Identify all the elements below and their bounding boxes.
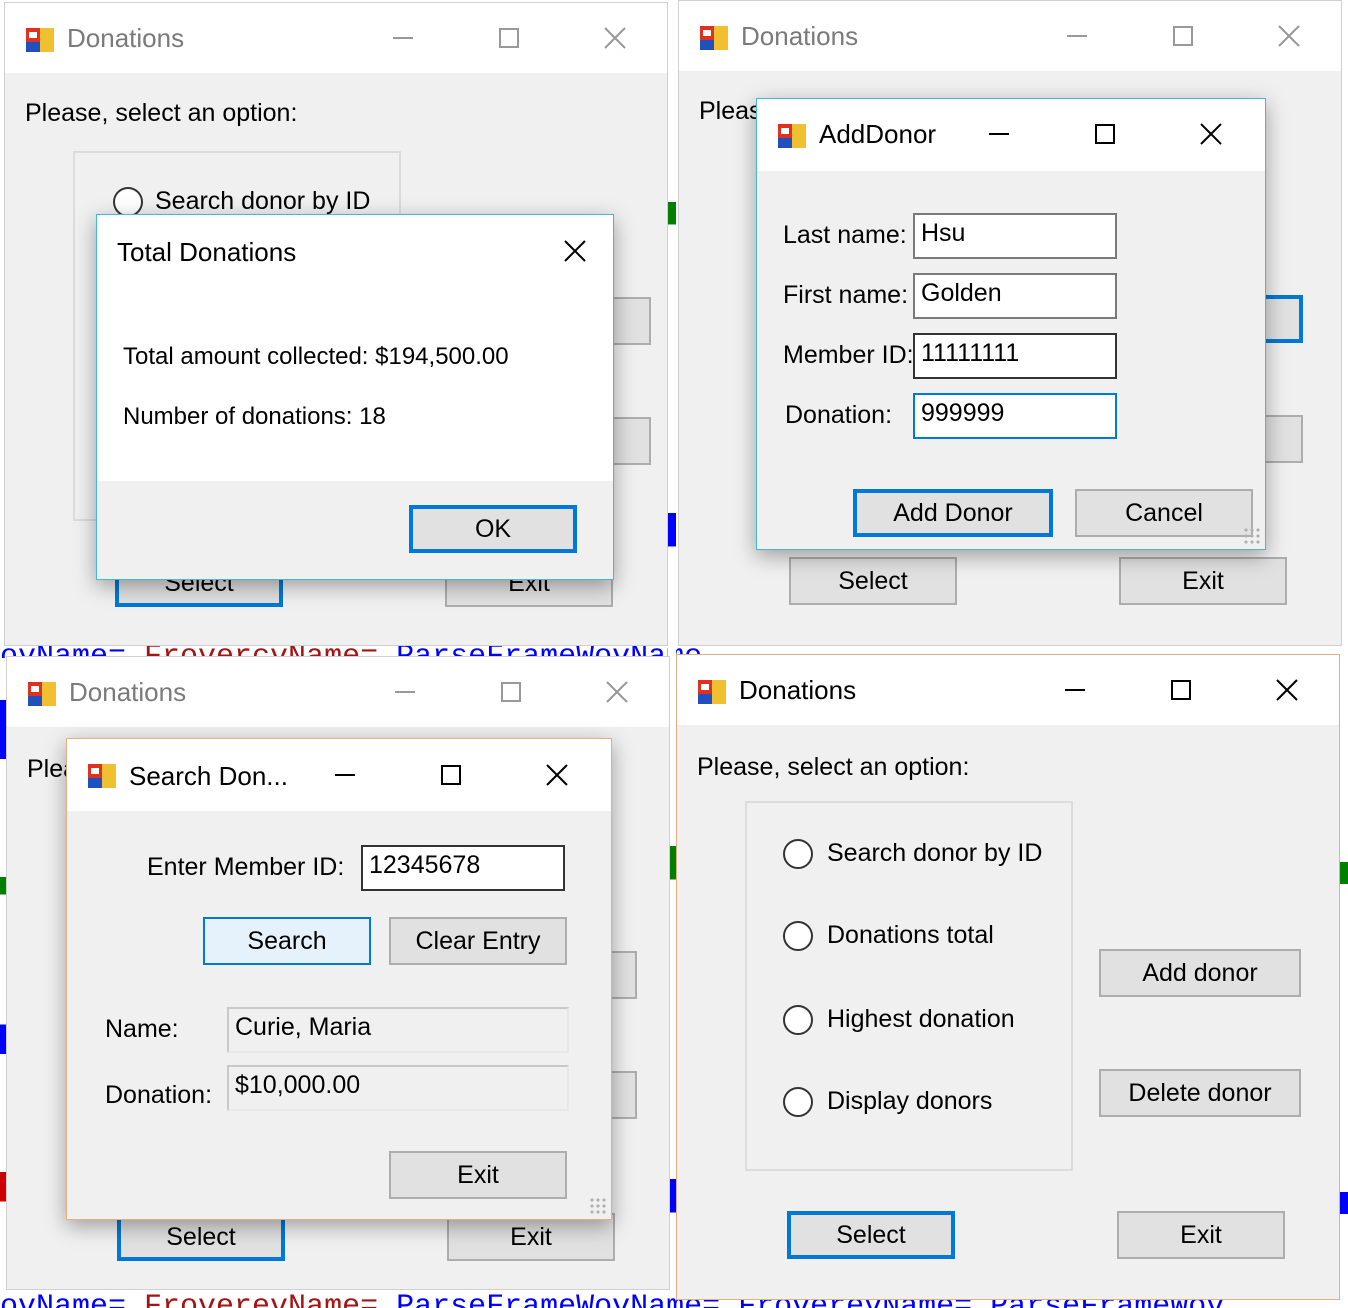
prompt-label: Please, select an option: <box>697 753 970 781</box>
title-bar: Donations <box>5 3 667 73</box>
dialog-title: Search Don... <box>129 761 288 791</box>
title-bar: Donations <box>677 655 1339 725</box>
radio-search-label: Search donor by ID <box>155 187 371 215</box>
close-icon[interactable] <box>1267 670 1307 710</box>
add-donor-dialog: AddDonor Last name: Hsu First name: Gold… <box>756 98 1266 550</box>
donation-label: Donation: <box>105 1081 213 1109</box>
search-button[interactable]: Search <box>203 917 371 965</box>
title-bar: Donations <box>679 1 1341 71</box>
app-icon <box>698 680 726 704</box>
maximize-icon[interactable] <box>1085 114 1125 154</box>
close-icon[interactable] <box>537 755 577 795</box>
cancel-button[interactable]: Cancel <box>1075 489 1253 537</box>
delete-donor-button[interactable]: Delete donor <box>1099 1069 1301 1117</box>
member-id-field[interactable]: 11111111 <box>913 333 1117 379</box>
radio-donations-total[interactable] <box>783 921 813 951</box>
exit-button[interactable]: Exit <box>389 1151 567 1199</box>
member-id-label: Enter Member ID: <box>147 853 345 881</box>
app-icon <box>26 28 54 52</box>
radio-search-donor[interactable] <box>113 187 143 217</box>
exit-button[interactable]: Exit <box>1119 557 1287 605</box>
radio-search-donor[interactable] <box>783 839 813 869</box>
radio-label-highest: Highest donation <box>827 1005 1015 1033</box>
donation-field[interactable]: 999999 <box>913 393 1117 439</box>
app-icon <box>88 764 116 788</box>
name-output: Curie, Maria <box>227 1007 569 1053</box>
ok-button[interactable]: OK <box>409 505 577 553</box>
dialog-title: AddDonor <box>819 119 937 149</box>
title-bar: Search Don... <box>67 739 611 811</box>
dialog-title: Total Donations <box>117 237 297 267</box>
maximize-icon[interactable] <box>431 755 471 795</box>
window-title: Donations <box>69 677 187 707</box>
minimize-icon[interactable] <box>979 114 1019 154</box>
window-title: Donations <box>741 21 859 51</box>
window-title: Donations <box>739 675 857 705</box>
add-donor-button[interactable]: Add Donor <box>853 489 1053 537</box>
background-code-strip-right <box>1340 840 1348 1280</box>
window-title: Donations <box>67 23 185 53</box>
maximize-icon[interactable] <box>489 18 529 58</box>
donation-label: Donation: <box>785 401 893 429</box>
donation-output: $10,000.00 <box>227 1065 569 1111</box>
select-button[interactable]: Select <box>789 557 957 605</box>
member-id-label: Member ID: <box>783 341 914 369</box>
member-id-field[interactable]: 12345678 <box>361 845 565 891</box>
radio-display-donors[interactable] <box>783 1087 813 1117</box>
app-icon <box>28 682 56 706</box>
maximize-icon[interactable] <box>1161 670 1201 710</box>
donation-count-text: Number of donations: 18 <box>123 403 386 430</box>
resize-grip-icon[interactable] <box>1243 527 1261 545</box>
exit-button[interactable]: Exit <box>1117 1211 1285 1259</box>
prompt-label: Pleas <box>699 97 762 125</box>
title-bar: AddDonor <box>757 99 1265 171</box>
first-name-field[interactable]: Golden <box>913 273 1117 319</box>
close-icon[interactable] <box>597 672 637 712</box>
title-bar: Donations <box>7 657 669 727</box>
last-name-label: Last name: <box>783 221 907 249</box>
name-label: Name: <box>105 1015 179 1043</box>
maximize-icon[interactable] <box>1163 16 1203 56</box>
close-icon[interactable] <box>1269 16 1309 56</box>
main-window-4: Donations Please, select an option: Sear… <box>676 654 1340 1300</box>
close-icon[interactable] <box>595 18 635 58</box>
first-name-label: First name: <box>783 281 909 309</box>
minimize-icon[interactable] <box>325 755 365 795</box>
clear-entry-button[interactable]: Clear Entry <box>389 917 567 965</box>
close-icon[interactable] <box>1191 114 1231 154</box>
exit-button[interactable]: Exit <box>447 1213 615 1261</box>
app-icon <box>700 26 728 50</box>
radio-label-search: Search donor by ID <box>827 839 1043 867</box>
total-amount-text: Total amount collected: $194,500.00 <box>123 343 509 370</box>
side-button-1[interactable] <box>611 297 651 345</box>
minimize-icon[interactable] <box>383 18 423 58</box>
minimize-icon[interactable] <box>385 672 425 712</box>
maximize-icon[interactable] <box>491 672 531 712</box>
radio-label-display: Display donors <box>827 1087 993 1115</box>
select-button[interactable]: Select <box>787 1211 955 1259</box>
app-icon <box>778 124 806 148</box>
radio-label-total: Donations total <box>827 921 994 949</box>
prompt-label: Please, select an option: <box>25 99 298 127</box>
minimize-icon[interactable] <box>1055 670 1095 710</box>
resize-grip-icon[interactable] <box>589 1197 607 1215</box>
search-donor-dialog: Search Don... Enter Member ID: 12345678 … <box>66 738 612 1220</box>
side-button-2[interactable] <box>611 417 651 465</box>
close-icon[interactable] <box>555 231 595 271</box>
last-name-field[interactable]: Hsu <box>913 213 1117 259</box>
add-donor-button[interactable]: Add donor <box>1099 949 1301 997</box>
radio-highest-donation[interactable] <box>783 1005 813 1035</box>
total-donations-dialog: Total Donations Total amount collected: … <box>96 214 614 580</box>
minimize-icon[interactable] <box>1057 16 1097 56</box>
select-button[interactable]: Select <box>117 1213 285 1261</box>
